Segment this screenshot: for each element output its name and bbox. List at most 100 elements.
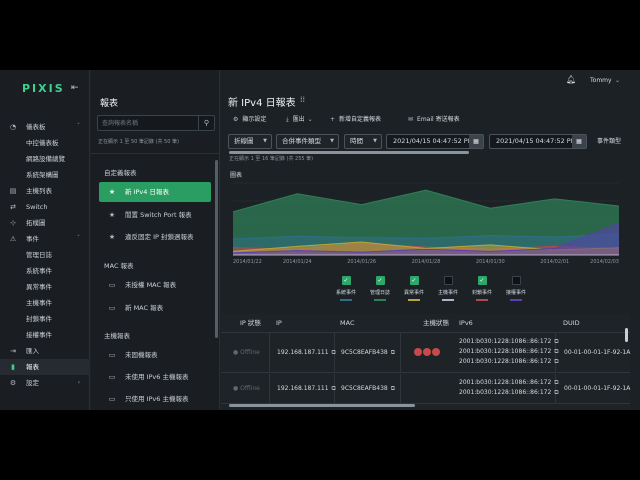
end-date-value: 2021/04/15 04:47:52 PM (496, 137, 577, 145)
add-custom-report-button[interactable]: + 新增自定義報表 (330, 115, 381, 125)
report-item-ipv6-only-host[interactable]: ▭ 只使用 IPv6 主機報表 (99, 389, 211, 409)
report-item-idle-switch-port[interactable]: ★ 閒置 Switch Port 報表 (99, 205, 211, 225)
sidebar-item-switch[interactable]: ⇄ Switch (0, 199, 90, 215)
sidebar-item-central-dashboard[interactable]: 中控儀表板 (0, 135, 90, 151)
legend-item[interactable]: ✓ 異常事件 (397, 276, 431, 301)
export-button[interactable]: ⤓ 匯出 ⌄ (286, 115, 313, 125)
sidebar-item-label: 管理日誌 (26, 251, 52, 259)
column-header-host-status[interactable]: 主機狀態 (423, 314, 449, 332)
report-item-label: 閒置 Switch Port 報表 (125, 211, 192, 219)
sidebar-item-system-architecture[interactable]: 系統架構圖 (0, 167, 90, 183)
copy-icon[interactable]: ⧉ (554, 338, 558, 345)
checkbox-icon[interactable]: ✓ (477, 276, 487, 285)
user-menu[interactable]: Tommy (590, 77, 612, 84)
legend-item[interactable]: 主機事件 (431, 276, 465, 301)
sidebar-item-reports[interactable]: ▮ 報表 (0, 359, 90, 375)
ipv6-value: 2001:b030:1228:1086::86:172 (459, 348, 552, 355)
alert-icon[interactable] (414, 348, 422, 356)
host-status-cell (414, 348, 441, 356)
calendar-icon[interactable]: ▦ (469, 135, 483, 148)
copy-icon[interactable]: ⧉ (332, 385, 336, 392)
sidebar-item-label: 封鎖事件 (26, 315, 52, 323)
report-item-new-mac[interactable]: ▭ 新 MAC 報表 (99, 298, 211, 318)
table-horizontal-scrollbar[interactable] (229, 404, 415, 407)
download-icon: ⤓ (286, 116, 289, 123)
report-item-fixed-ip-block-weekly[interactable]: ★ 違反固定 IP 封鎖週報表 (99, 227, 211, 247)
panel-scrollbar[interactable] (215, 160, 218, 338)
chevron-down-icon[interactable]: ⌄ (615, 77, 620, 84)
report-item-unfixed-host[interactable]: ▭ 未固機報表 (99, 345, 211, 365)
group-custom-reports: 自定義報表 (104, 169, 137, 177)
copy-icon[interactable]: ⧉ (332, 349, 336, 356)
time-select[interactable]: 時間 ▼ (344, 134, 382, 149)
legend-item[interactable]: ✓ 封鎖事件 (465, 276, 499, 301)
report-search-input[interactable] (102, 118, 194, 129)
sidebar-item-settings[interactable]: ⚙ 設定 ‹ (0, 375, 90, 391)
report-item-new-ipv4-daily[interactable]: ★ 新 IPv4 日報表 (99, 182, 211, 202)
sidebar-item-import[interactable]: ⇥ 匯入 (0, 343, 90, 359)
sidebar-item-anomaly-events[interactable]: 異常事件 (0, 279, 90, 295)
event-type-filter[interactable]: 事件類型 (597, 135, 621, 148)
legend-item[interactable]: ✓ 系統事件 (329, 276, 363, 301)
copy-icon[interactable]: ⧉ (391, 385, 395, 392)
legend-item[interactable]: ✓ 管理日誌 (363, 276, 397, 301)
search-icon[interactable]: ⚲ (198, 116, 214, 130)
reports-panel: 報表 ⚲ 正在顯示 1 至 50 筆記錄 (共 50 筆) 自定義報表 ★ 新 I… (91, 70, 220, 410)
sidebar-item-system-events[interactable]: 系統事件 (0, 263, 90, 279)
column-header-ipv6[interactable]: IPv6 (459, 314, 473, 332)
copy-icon[interactable]: ⧉ (554, 379, 558, 386)
column-header-duid[interactable]: DUID (563, 314, 580, 332)
display-settings-button[interactable]: ⚙ 顯示設定 (233, 115, 266, 125)
report-item-no-ipv6-host[interactable]: ▭ 未使用 IPv6 主機報表 (99, 367, 211, 387)
event-type-select[interactable]: 合併事件類型 ▼ (276, 134, 339, 149)
sidebar-item-host-list[interactable]: ▤ 主機列表 (0, 183, 90, 199)
legend-item[interactable]: 接權事件 (499, 276, 533, 301)
drag-handle-icon[interactable]: ⁞⁞ (300, 95, 305, 104)
filter-scrollbar[interactable] (229, 151, 469, 154)
sidebar-item-topology[interactable]: ⊹ 拓樸圖 (0, 215, 90, 231)
bell-icon[interactable]: 🔔︎ (566, 75, 576, 84)
alert-icon[interactable] (423, 348, 431, 356)
table-vertical-scrollbar[interactable] (625, 328, 628, 342)
legend-label: 封鎖事件 (471, 290, 492, 296)
checkbox-icon[interactable] (443, 276, 453, 285)
sidebar-item-label: 拓樸圖 (26, 219, 46, 227)
copy-icon[interactable]: ⧉ (554, 389, 558, 396)
copy-icon[interactable]: ⧉ (554, 348, 558, 355)
column-header-ip-status[interactable]: IP 狀態 (240, 314, 261, 332)
switch-icon: ⇄ (10, 203, 16, 211)
end-date-input[interactable]: 2021/04/15 04:47:52 PM ▦ (489, 134, 587, 149)
ipv6-value: 2001:b030:1228:1086::86:172 (459, 379, 552, 386)
chart-type-select[interactable]: 折線圖 ▼ (228, 134, 272, 149)
sidebar-item-host-events[interactable]: 主機事件 (0, 295, 90, 311)
gear-icon: ⚙ (233, 116, 239, 123)
copy-icon[interactable]: ⧉ (554, 358, 558, 365)
table-row[interactable]: ● Offline 192.168.187.111 ⧉ 9C5C8EAFB438 ⧉… (221, 333, 630, 373)
checkbox-icon[interactable]: ✓ (375, 276, 385, 285)
ip-cell: 192.168.187.111 ⧉ (277, 385, 336, 393)
sidebar-item-dashboard[interactable]: ◔ 儀表板 ˆ (0, 119, 90, 135)
sidebar-item-network-overview[interactable]: 網路設備總覽 (0, 151, 90, 167)
sidebar-item-label: 主機列表 (26, 187, 52, 195)
calendar-icon[interactable]: ▦ (572, 135, 586, 148)
alert-icon[interactable] (432, 348, 440, 356)
checkbox-icon[interactable] (511, 276, 521, 285)
sidebar-item-label: 異常事件 (26, 283, 52, 291)
checkbox-icon[interactable]: ✓ (409, 276, 419, 285)
report-item-unauthorized-mac[interactable]: ▭ 未授權 MAC 報表 (99, 275, 211, 295)
legend-swatch (374, 299, 386, 301)
chart-legend: ✓ 系統事件 ✓ 管理日誌 ✓ 異常事件 主機事件 ✓ 封鎖事件 接權事件 (329, 276, 529, 306)
sidebar-item-auth-events[interactable]: 接權事件 (0, 327, 90, 343)
table-row[interactable]: ● Offline 192.168.187.111 ⧉ 9C5C8EAFB438 ⧉… (221, 374, 630, 404)
column-header-ip[interactable]: IP (276, 314, 282, 332)
sidebar-item-events[interactable]: ⚠ 事件 ˆ (0, 231, 90, 247)
copy-icon[interactable]: ⧉ (391, 349, 395, 356)
sidebar-item-admin-log[interactable]: 管理日誌 (0, 247, 90, 263)
column-header-mac[interactable]: MAC (340, 314, 354, 332)
collapse-sidebar-icon[interactable]: ⇤ (71, 83, 79, 93)
email-report-button[interactable]: ✉ Email 寄送報表 (408, 115, 460, 125)
checkbox-icon[interactable]: ✓ (341, 276, 351, 285)
sidebar-item-block-events[interactable]: 封鎖事件 (0, 311, 90, 327)
start-date-input[interactable]: 2021/04/15 04:47:52 PM ▦ (386, 134, 484, 149)
monitor-icon: ▭ (108, 304, 116, 312)
